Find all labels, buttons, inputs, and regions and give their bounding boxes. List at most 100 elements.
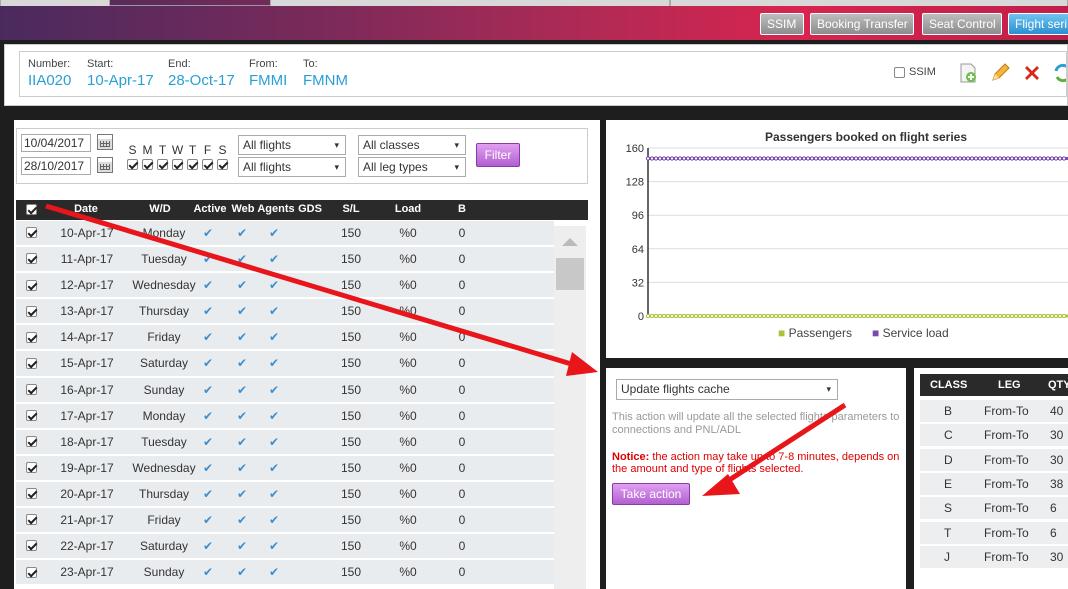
data-point <box>829 156 835 161</box>
weekday-checkbox[interactable] <box>217 159 228 171</box>
row-checkbox[interactable] <box>26 253 37 265</box>
scroll-thumb[interactable] <box>556 258 584 290</box>
header-leg: LEG <box>998 379 1021 391</box>
data-point <box>1037 156 1043 161</box>
row-checkbox-cell[interactable] <box>26 434 37 448</box>
nav-booking-transfer-button[interactable]: Booking Transfer <box>810 13 914 35</box>
table-row[interactable]: 21-Apr-17 Friday ✔ ✔ ✔ 150 %0 0 <box>16 508 554 535</box>
data-point <box>877 313 883 319</box>
header-qty: QTY <box>1048 379 1068 391</box>
data-point <box>985 313 991 319</box>
ssim-checkbox[interactable] <box>894 66 905 78</box>
row-sl: 150 <box>340 513 362 528</box>
ssim-checkbox-group[interactable]: SSIM <box>894 66 936 78</box>
date-to-input[interactable]: 28/10/2017 <box>21 157 91 175</box>
row-weekday: Saturday <box>139 539 189 554</box>
weekday-checkbox[interactable] <box>202 159 213 171</box>
data-point <box>793 156 799 161</box>
calendar-icon[interactable] <box>97 134 113 150</box>
row-checkbox[interactable] <box>26 279 37 291</box>
row-date: 23-Apr-17 <box>60 565 114 580</box>
row-checkbox[interactable] <box>26 488 37 500</box>
row-checkbox[interactable] <box>26 357 37 369</box>
weekday-label: T <box>158 143 167 157</box>
row-checkbox-cell[interactable] <box>26 408 37 422</box>
table-row[interactable]: 11-Apr-17 Tuesday ✔ ✔ ✔ 150 %0 0 <box>16 247 554 274</box>
data-point <box>669 156 675 161</box>
row-checkbox-cell[interactable] <box>26 251 37 265</box>
table-row[interactable]: 13-Apr-17 Thursday ✔ ✔ ✔ 150 %0 0 <box>16 299 554 326</box>
row-checkbox[interactable] <box>26 462 37 474</box>
leg-types-select[interactable]: All leg types <box>358 157 466 177</box>
y-tick-label: 32 <box>632 277 644 289</box>
end-label: End: <box>168 58 191 70</box>
table-row[interactable]: 23-Apr-17 Sunday ✔ ✔ ✔ 150 %0 0 <box>16 560 554 587</box>
row-checkbox[interactable] <box>26 566 37 578</box>
flights-select-2[interactable]: All flights <box>238 157 346 177</box>
table-row[interactable]: 16-Apr-17 Sunday ✔ ✔ ✔ 150 %0 0 <box>16 377 554 404</box>
row-checkbox[interactable] <box>26 540 37 552</box>
data-point <box>653 156 659 161</box>
weekday-checkbox[interactable] <box>187 159 198 171</box>
weekday-checkbox[interactable] <box>142 159 153 171</box>
weekday-checkbox[interactable] <box>127 159 138 171</box>
table-row[interactable]: 17-Apr-17 Monday ✔ ✔ ✔ 150 %0 0 <box>16 403 554 430</box>
action-select[interactable]: Update flights cache <box>616 379 838 400</box>
row-b: 0 <box>458 565 466 580</box>
table-row[interactable]: 18-Apr-17 Tuesday ✔ ✔ ✔ 150 %0 0 <box>16 429 554 456</box>
row-sl: 150 <box>340 539 362 554</box>
calendar-icon[interactable] <box>97 157 113 173</box>
row-load: %0 <box>399 330 417 345</box>
table-row[interactable]: 14-Apr-17 Friday ✔ ✔ ✔ 150 %0 0 <box>16 325 554 352</box>
table-row[interactable]: 10-Apr-17 Monday ✔ ✔ ✔ 150 %0 0 <box>16 221 554 248</box>
table-row[interactable]: 22-Apr-17 Saturday ✔ ✔ ✔ 150 %0 0 <box>16 534 554 561</box>
row-checkbox[interactable] <box>26 331 37 343</box>
data-point <box>1025 313 1031 319</box>
nav-ssim-button[interactable]: SSIM <box>760 13 804 35</box>
nav-flight-series-button[interactable]: Flight seri <box>1008 13 1068 35</box>
row-checkbox-cell[interactable] <box>26 303 37 317</box>
data-point <box>709 313 715 319</box>
weekday-checkbox[interactable] <box>172 159 183 171</box>
take-action-button[interactable]: Take action <box>612 483 690 505</box>
weekday-checkbox[interactable] <box>157 159 168 171</box>
refresh-icon[interactable] <box>1052 62 1066 86</box>
table-scrollbar[interactable] <box>554 226 586 589</box>
flights-select-1[interactable]: All flights <box>238 135 346 155</box>
table-row[interactable]: 12-Apr-17 Wednesday ✔ ✔ ✔ 150 %0 0 <box>16 273 554 300</box>
classes-select[interactable]: All classes <box>358 135 466 155</box>
scroll-up-arrow-icon[interactable] <box>562 238 578 246</box>
row-checkbox-cell[interactable] <box>26 329 37 343</box>
row-checkbox-cell[interactable] <box>26 538 37 552</box>
row-checkbox[interactable] <box>26 305 37 317</box>
row-qty: 40 <box>1050 404 1064 418</box>
add-document-icon[interactable] <box>956 62 980 86</box>
table-row[interactable]: 20-Apr-17 Thursday ✔ ✔ ✔ 150 %0 0 <box>16 481 554 509</box>
row-checkbox-cell[interactable] <box>26 355 37 369</box>
row-checkbox[interactable] <box>26 227 37 239</box>
row-checkbox[interactable] <box>26 409 37 421</box>
table-row[interactable]: 15-Apr-17 Saturday ✔ ✔ ✔ 150 %0 0 <box>16 351 554 378</box>
row-checkbox-cell[interactable] <box>26 225 37 239</box>
row-checkbox[interactable] <box>26 514 37 526</box>
pencil-icon[interactable] <box>988 62 1012 86</box>
row-checkbox-cell[interactable] <box>26 512 37 526</box>
select-all-checkbox-cell[interactable] <box>26 203 37 215</box>
nav-seat-control-button[interactable]: Seat Control <box>922 13 1002 35</box>
row-checkbox[interactable] <box>26 383 37 395</box>
data-point <box>737 313 743 319</box>
action-description: This action will update all the selected… <box>612 411 900 436</box>
tab-strip-segment <box>670 0 1068 6</box>
row-checkbox-cell[interactable] <box>26 382 37 396</box>
filter-button[interactable]: Filter <box>476 143 520 167</box>
delete-x-icon[interactable] <box>1020 62 1044 86</box>
row-checkbox-cell[interactable] <box>26 277 37 291</box>
row-checkbox[interactable] <box>26 436 37 448</box>
row-checkbox-cell[interactable] <box>26 460 37 474</box>
select-all-checkbox[interactable] <box>26 203 37 215</box>
date-from-input[interactable]: 10/04/2017 <box>21 134 91 152</box>
row-checkbox-cell[interactable] <box>26 564 37 578</box>
row-checkbox-cell[interactable] <box>26 486 37 500</box>
data-point <box>973 313 979 319</box>
table-row[interactable]: 19-Apr-17 Wednesday ✔ ✔ ✔ 150 %0 0 <box>16 455 554 482</box>
